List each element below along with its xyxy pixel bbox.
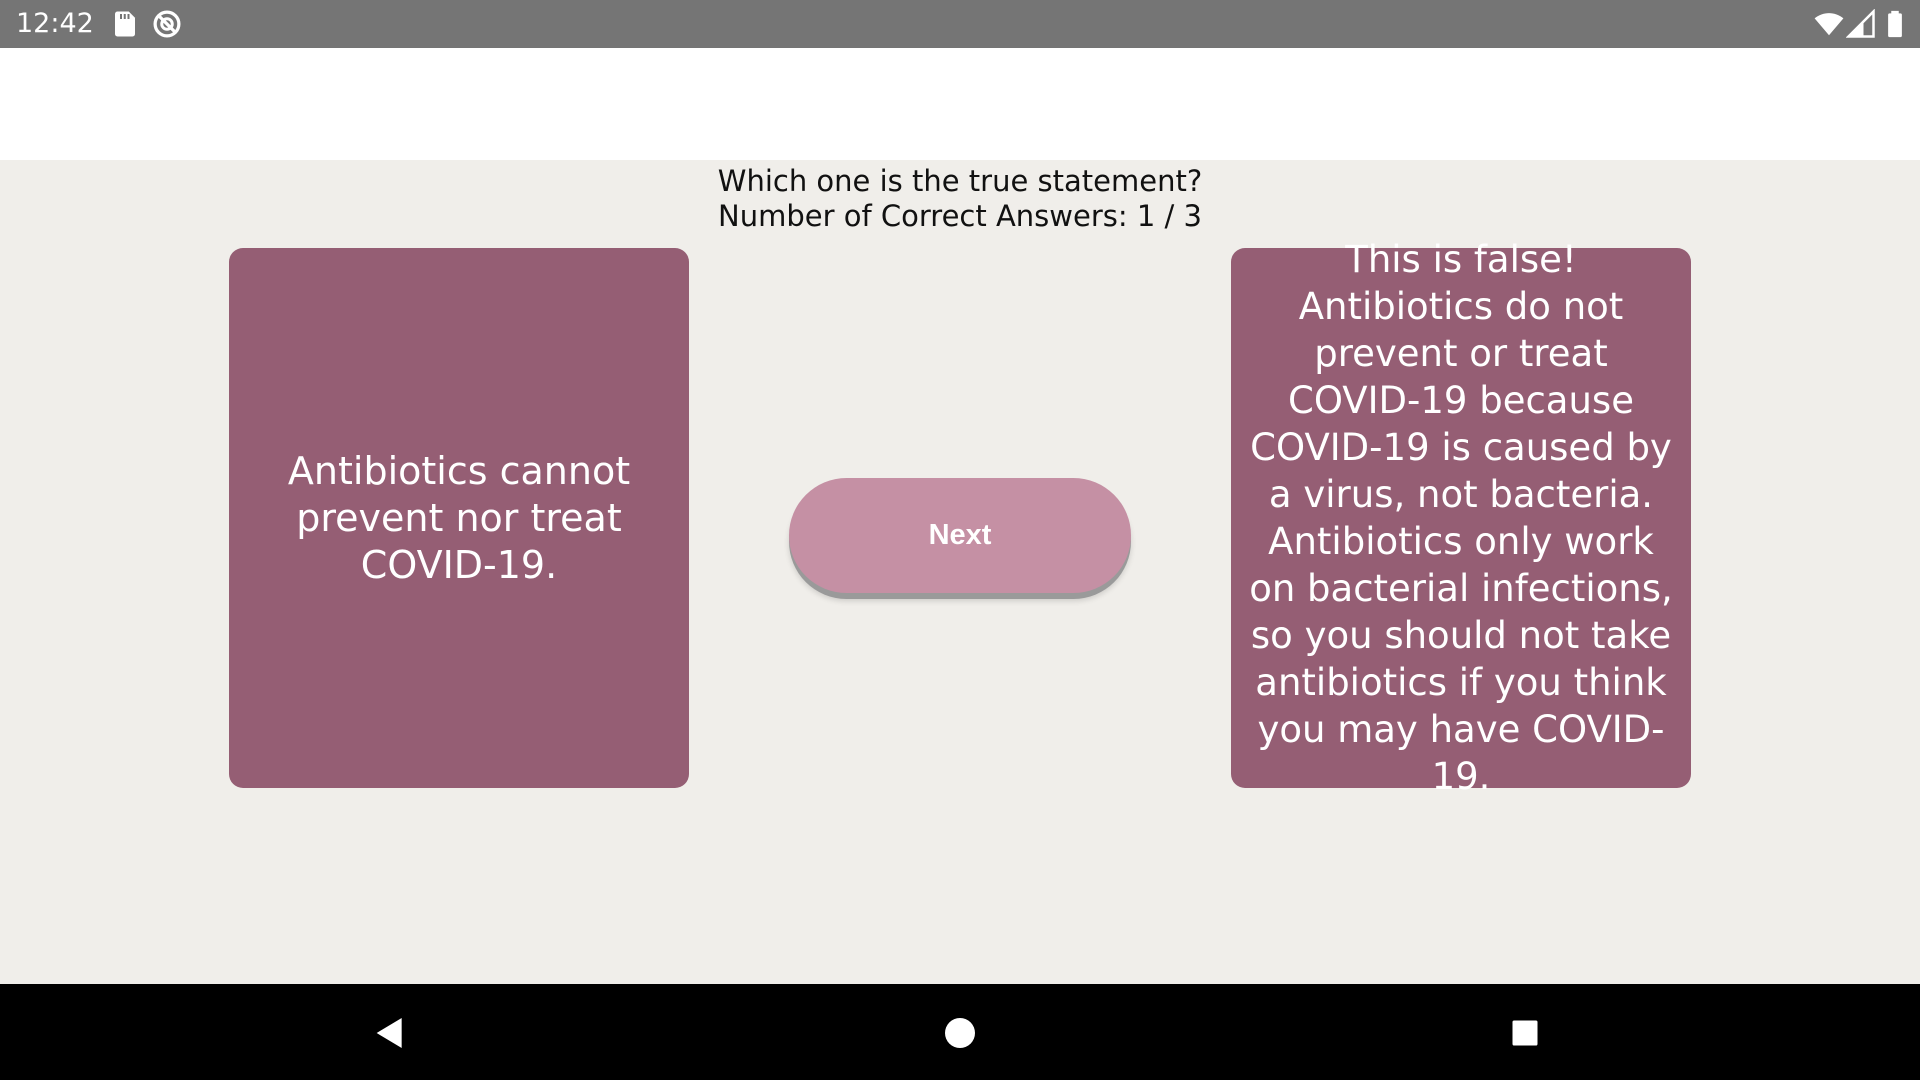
navigation-bar [0, 984, 1920, 1080]
next-button[interactable]: Next [789, 478, 1131, 593]
back-icon[interactable] [355, 998, 425, 1068]
home-icon[interactable] [925, 998, 995, 1068]
signal-icon [1845, 8, 1876, 39]
statement-card-right-text: This is false! Antibiotics do not preven… [1249, 238, 1673, 798]
sd-card-icon [110, 9, 140, 39]
sync-blocked-icon [152, 9, 182, 39]
statement-card-right[interactable]: This is false! Antibiotics do not preven… [1231, 238, 1691, 798]
question-text: Which one is the true statement? [717, 164, 1203, 198]
recents-icon[interactable] [1490, 998, 1560, 1068]
app-bar [0, 48, 1920, 160]
wifi-icon [1814, 9, 1844, 39]
status-bar: 12:42 [0, 0, 1920, 48]
statement-card-left[interactable]: Antibiotics cannot prevent nor treat COV… [229, 248, 689, 788]
correct-answers-counter: Number of Correct Answers: 1 / 3 [718, 199, 1202, 233]
statement-card-left-text: Antibiotics cannot prevent nor treat COV… [287, 448, 631, 587]
battery-icon [1880, 9, 1910, 39]
status-time: 12:42 [16, 8, 94, 39]
